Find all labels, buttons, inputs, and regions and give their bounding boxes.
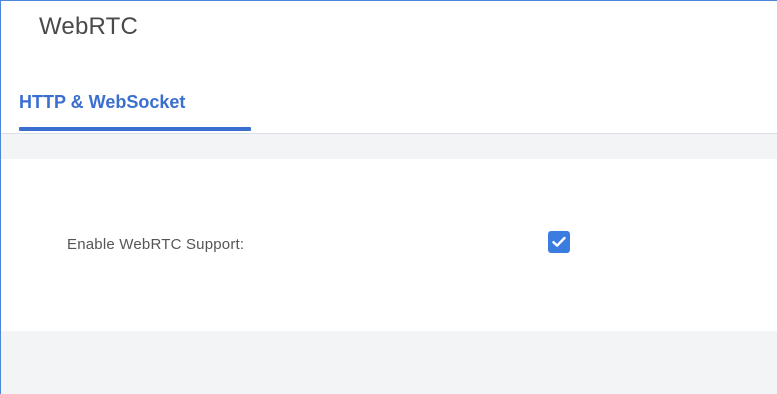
tab-http-websocket[interactable]: HTTP & WebSocket <box>19 92 185 113</box>
active-tab-indicator <box>19 127 251 131</box>
page-title: WebRTC <box>39 13 139 40</box>
webrtc-panel: WebRTC HTTP & WebSocket Enable WebRTC Su… <box>0 0 777 394</box>
check-icon <box>552 236 566 247</box>
enable-webrtc-checkbox[interactable] <box>548 231 570 253</box>
tab-bar: HTTP & WebSocket <box>1 71 777 134</box>
enable-webrtc-label: Enable WebRTC Support: <box>67 236 245 253</box>
section-spacer-top <box>1 134 777 159</box>
section-spacer-bottom <box>1 331 777 394</box>
settings-section: Enable WebRTC Support: <box>1 159 777 331</box>
